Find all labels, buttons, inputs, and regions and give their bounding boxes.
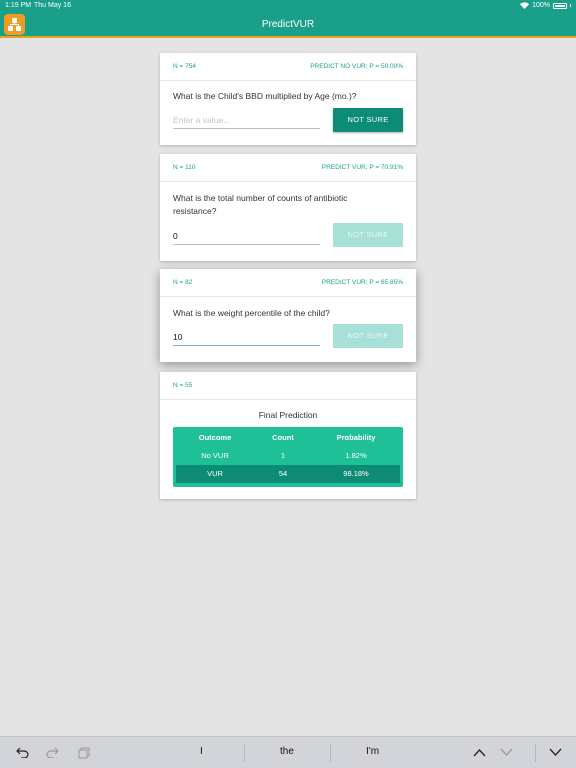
column-header: Outcome [198, 433, 232, 442]
status-bar: 1:19 PM Thu May 16 100% [0, 0, 576, 12]
card-header: N = 55 [160, 372, 416, 400]
card-header: N = 82 PREDICT VUR; P = 65.85% [160, 269, 416, 297]
sample-count: N = 754 [173, 63, 196, 70]
paste-icon[interactable] [78, 747, 90, 759]
question-text: What is the weight percentile of the chi… [173, 308, 330, 318]
not-sure-button[interactable]: NOT SURE [333, 108, 403, 132]
chevron-down-icon[interactable] [500, 748, 513, 757]
prediction-label: PREDICT VUR; P = 65.85% [321, 279, 403, 286]
keyboard-shortcut-bar: I the I'm [0, 736, 576, 768]
suggestion-3[interactable]: I'm [366, 746, 379, 757]
sample-count: N = 55 [173, 382, 193, 389]
count-cell: 1 [280, 451, 286, 460]
status-time: 1:19 PM [5, 2, 32, 9]
battery-percent: 100% [532, 2, 550, 9]
divider [244, 744, 245, 762]
table-row: No VUR 1 1.82% [176, 447, 400, 465]
final-prediction-title: Final Prediction [258, 410, 318, 420]
outcome-cell: VUR [207, 469, 223, 478]
card-header: N = 754 PREDICT NO VUR; P = 50.00% [160, 53, 416, 81]
probability-cell: 98.18% [343, 469, 369, 478]
nav-bar: PredictVUR [0, 12, 576, 38]
outcome-cell: No VUR [201, 451, 229, 460]
question-text: What is the Child's BBD multiplied by Ag… [173, 91, 357, 101]
table-row-highlighted: VUR 54 98.18% [176, 465, 400, 483]
probability-cell: 1.82% [345, 451, 367, 460]
battery-tip [570, 4, 571, 7]
column-header: Count [272, 433, 294, 442]
suggestion-1[interactable]: I [200, 746, 203, 757]
question-text: What is the total number of counts of an… [173, 193, 348, 216]
answer-input[interactable]: Enter a value... [173, 113, 320, 129]
prediction-label: PREDICT VUR; P = 70.91% [321, 164, 403, 171]
status-right: 100% [520, 2, 571, 9]
status-date: Thu May 16 [34, 2, 71, 9]
answer-input[interactable]: 0 [173, 229, 320, 245]
divider [535, 744, 536, 762]
app-title: PredictVUR [261, 19, 315, 30]
question-card-3: N = 82 PREDICT VUR; P = 65.85% What is t… [160, 269, 416, 362]
redo-icon[interactable] [46, 747, 59, 758]
table-header: Outcome Count Probability [176, 429, 400, 447]
undo-icon[interactable] [16, 747, 29, 758]
sample-count: N = 110 [173, 164, 196, 171]
question-card-1: N = 754 PREDICT NO VUR; P = 50.00% What … [160, 53, 416, 145]
count-cell: 54 [278, 469, 288, 478]
prediction-label: PREDICT NO VUR; P = 50.00% [310, 63, 403, 70]
divider [330, 744, 331, 762]
column-header: Probability [336, 433, 376, 442]
chevron-up-icon[interactable] [473, 748, 486, 757]
dismiss-keyboard-icon[interactable] [549, 748, 562, 757]
prediction-table: Outcome Count Probability No VUR 1 1.82%… [173, 427, 403, 487]
battery-icon [553, 2, 567, 9]
suggestion-2[interactable]: the [280, 746, 294, 757]
not-sure-button[interactable]: NOT SURE [333, 223, 403, 247]
not-sure-button[interactable]: NOT SURE [333, 324, 403, 348]
card-header: N = 110 PREDICT VUR; P = 70.91% [160, 154, 416, 182]
question-card-2: N = 110 PREDICT VUR; P = 70.91% What is … [160, 154, 416, 261]
sample-count: N = 82 [173, 279, 193, 286]
answer-input[interactable]: 10 [173, 330, 320, 346]
wifi-icon [520, 2, 530, 9]
